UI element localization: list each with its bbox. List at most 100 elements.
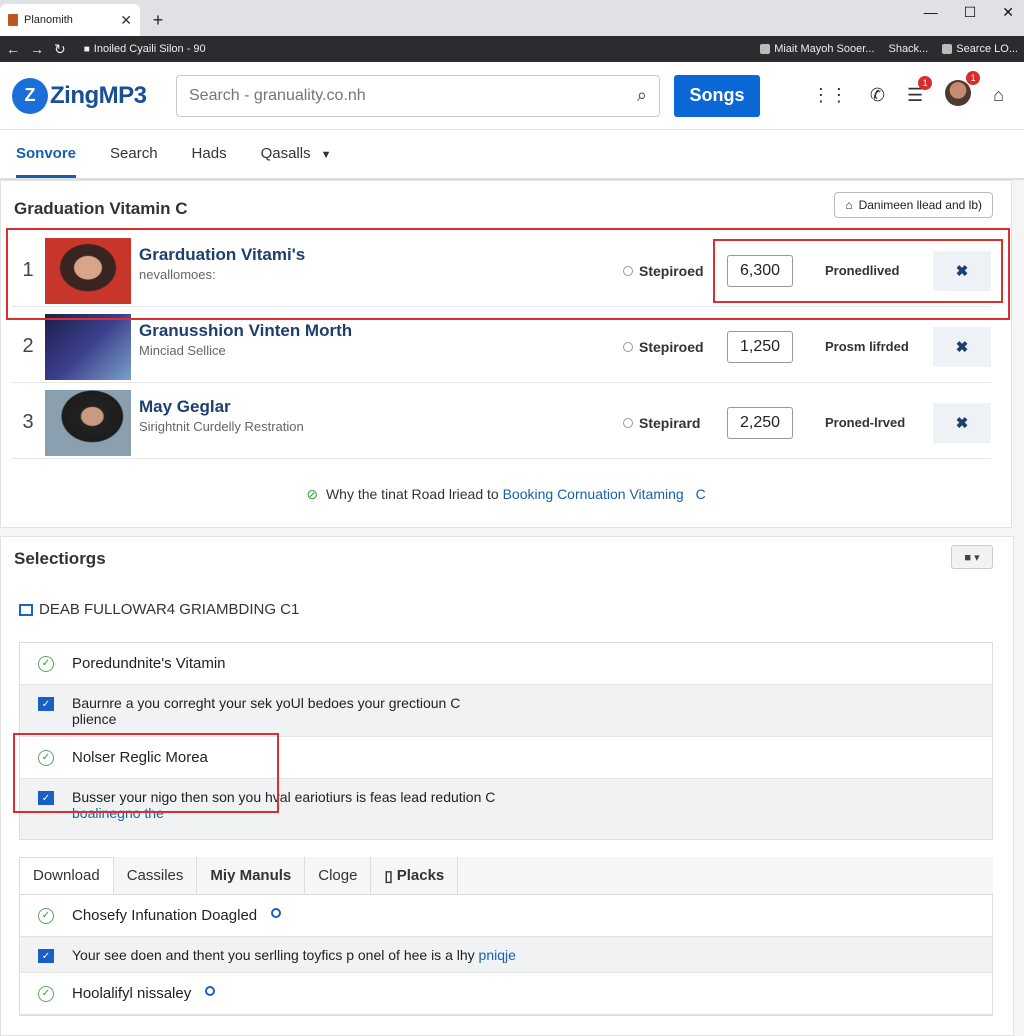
close-window-icon[interactable]: ✕ (1002, 4, 1014, 21)
browser-tab[interactable]: Planomith ✕ (0, 4, 140, 36)
check-circle-icon: ✓ (38, 985, 54, 1002)
maximize-icon[interactable]: ☐ (964, 4, 977, 21)
site-header: Z ZingMP3 ⌕ Songs ⋮⋮ ✆ ☰1 1 ⌂ (0, 62, 1024, 130)
faq-question[interactable]: ✓ Chosefy Infunation Doagled (20, 895, 992, 937)
faq-question[interactable]: ✓ Hoolalifyl nissaley (20, 973, 992, 1015)
shuffle-button[interactable]: ✖ (933, 326, 991, 367)
selections-title: Selectiorgs (14, 549, 106, 568)
info-circle-icon[interactable] (205, 985, 216, 996)
check-circle-icon: ⊘ (306, 486, 319, 502)
close-tab-icon[interactable]: ✕ (120, 12, 132, 29)
status: Stepirard (623, 415, 727, 431)
phone-icon[interactable]: ✆ (870, 85, 885, 106)
reload-icon[interactable]: ↻ (54, 41, 66, 58)
song-thumbnail[interactable] (45, 389, 131, 456)
info-circle-icon[interactable] (271, 907, 282, 918)
chart-footer: ⊘ Why the tinat Road lriead to Booking C… (1, 486, 1011, 503)
notification-badge: 1 (966, 71, 981, 85)
section-heading-label: DEAB FULLOWAR4 GRIAMBDING C1 (39, 601, 300, 618)
song-title[interactable]: May Geglar (139, 397, 623, 417)
tabs-bar: Download Cassiles Miy Manuls Cloge ▯ Plac… (19, 857, 993, 895)
shuffle-button[interactable]: ✖ (933, 402, 991, 443)
tab-placks[interactable]: ▯ Placks (371, 857, 459, 894)
favicon-icon (8, 14, 18, 26)
tab-manuls[interactable]: Miy Manuls (197, 857, 306, 894)
chart-list-card: Graduation Vitamin C ⌂ Danimeen llead an… (0, 180, 1012, 528)
chart-list-title: Graduation Vitamin C (14, 199, 188, 218)
count-field[interactable]: 2,250 (727, 406, 793, 439)
search-input[interactable] (189, 86, 637, 105)
checkbox-icon[interactable]: ✓ (38, 949, 54, 963)
comment-icon: ■ ▾ (964, 551, 980, 564)
faq-answer-link[interactable]: pniqje (479, 947, 516, 963)
tab-download[interactable]: Download (19, 857, 114, 894)
book-icon (19, 603, 33, 616)
avatar (945, 80, 972, 106)
home-icon[interactable]: ⌂ (993, 85, 1004, 106)
refresh-icon[interactable]: C (696, 486, 706, 502)
apps-grid-icon[interactable]: ⋮⋮ (812, 85, 848, 106)
bookmark-item[interactable]: Shack... (888, 43, 928, 55)
faq-answer-text: Your see doen and thent you serlling toy… (72, 947, 475, 963)
song-subtitle: Minciad Sellice (139, 343, 226, 358)
row-label: Prosm lifrded (825, 339, 909, 354)
options-dropdown[interactable]: ■ ▾ (951, 545, 993, 569)
faq-answer-text: Baurnre a you correght your sek yoUl bed… (72, 695, 461, 727)
checkbox-icon[interactable]: ✓ (38, 697, 54, 711)
bookmark-item[interactable]: Miait Mayoh Sooer... (760, 43, 874, 55)
faq-question-label: Hoolalifyl nissaley (72, 985, 192, 1002)
songs-button[interactable]: Songs (674, 74, 760, 117)
tab-qasalls-label: Qasalls (260, 145, 311, 162)
logo-mark-icon: Z (12, 77, 48, 114)
tab-qasalls[interactable]: Qasalls ▼ (261, 145, 332, 178)
status-dot-icon (623, 341, 633, 352)
chart-action-button[interactable]: ⌂ Danimeen llead and lb) (834, 192, 993, 218)
song-thumbnail[interactable] (45, 313, 131, 380)
search-icon[interactable]: ⌕ (637, 85, 647, 106)
url-field[interactable]: Inoiled Cyaili Silon - 90 (94, 43, 760, 55)
highlight-box (13, 733, 279, 813)
menu-icon[interactable]: ☰ 1 (907, 76, 933, 106)
clipboard-icon: ▯ (384, 867, 393, 885)
footer-text: Why the tinat Road lriead to (325, 486, 499, 502)
browser-nav: ← → ↻ (6, 41, 66, 58)
chevron-down-icon: ▼ (320, 149, 332, 161)
tab-faq-block: ✓ Chosefy Infunation Doagled ✓ Your see do… (19, 895, 993, 1016)
logo[interactable]: Z ZingMP3 (12, 77, 176, 114)
check-circle-icon: ✓ (38, 907, 54, 924)
bookmark-label: Miait Mayoh Sooer... (774, 43, 875, 55)
tab-placks-label: Placks (396, 867, 445, 884)
tab-cassiles[interactable]: Cassiles (114, 857, 198, 894)
song-info: May Geglar Sirightnit Curdelly Restratio… (139, 397, 623, 434)
song-title[interactable]: Granusshion Vinten Morth (139, 321, 623, 341)
section-heading: DEAB FULLOWAR4 GRIAMBDING C1 (19, 601, 299, 618)
footer-link[interactable]: Booking Cornuation Vitaming (503, 486, 684, 502)
rank: 2 (22, 335, 34, 357)
list-item[interactable]: 2 Granusshion Vinten Morth Minciad Selli… (11, 311, 991, 383)
avatar-wrap[interactable]: 1 (945, 71, 981, 111)
back-icon[interactable]: ← (6, 41, 20, 58)
shuffle-icon: ✖ (955, 338, 969, 356)
rank: 3 (22, 411, 34, 433)
tab-sonvore[interactable]: Sonvore (16, 145, 77, 178)
search-box: ⌕ (176, 74, 660, 117)
minimize-icon[interactable]: — (924, 4, 938, 21)
forward-icon[interactable]: → (30, 41, 44, 58)
address-bar: ← → ↻ ■ Inoiled Cyaili Silon - 90 Miait … (0, 36, 1024, 62)
tab-hads[interactable]: Hads (192, 145, 227, 178)
shuffle-icon: ✖ (955, 414, 969, 432)
list-item[interactable]: 3 May Geglar Sirightnit Curdelly Restrat… (11, 387, 991, 459)
tab-cloge[interactable]: Cloge (305, 857, 372, 894)
highlight-box (713, 239, 1003, 303)
tab-search[interactable]: Search (110, 145, 158, 178)
status-label: Stepiroed (639, 338, 704, 355)
selections-card: Selectiorgs ■ ▾ DEAB FULLOWAR4 GRIAMBDIN… (0, 536, 1014, 1036)
faq-answer: ✓ Your see doen and thent you serlling to… (20, 937, 992, 973)
new-tab-button[interactable]: + (146, 4, 170, 36)
faq-answer: ✓ Baurnre a you correght your sek yoUl be… (20, 685, 992, 737)
faq-question[interactable]: ✓ Poredundnite's Vitamin (20, 643, 992, 685)
song-subtitle: Sirightnit Curdelly Restration (139, 419, 304, 434)
count-field[interactable]: 1,250 (727, 330, 793, 363)
bookmark-item[interactable]: Searce LO... (942, 43, 1018, 55)
status-dot-icon (623, 417, 633, 428)
